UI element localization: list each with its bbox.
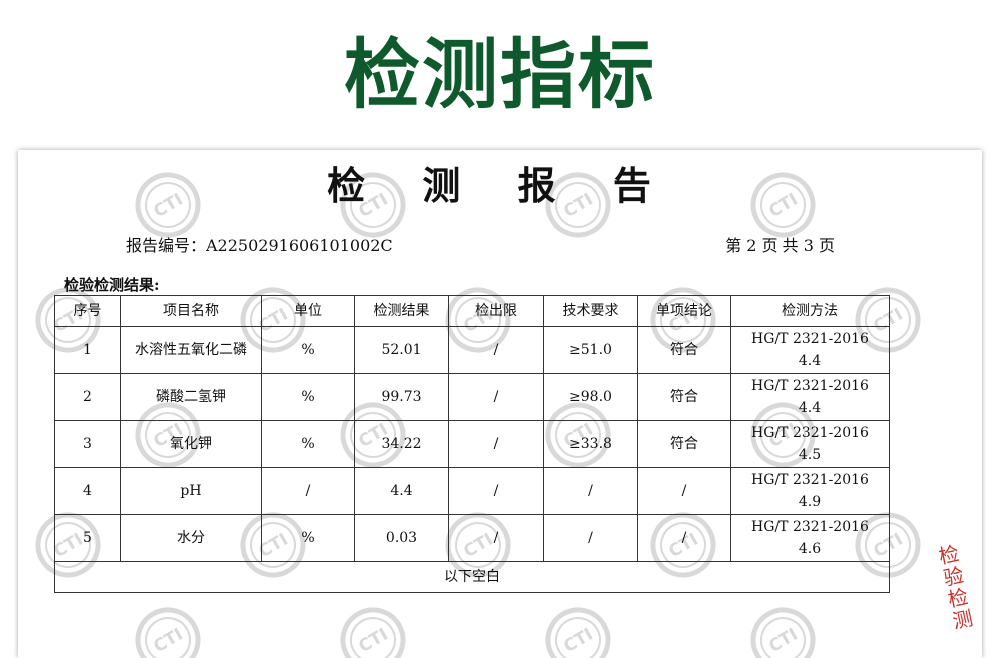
method-line: HG/T 2321-2016	[751, 425, 869, 441]
cell-unit: %	[261, 420, 355, 468]
cell-unit: /	[261, 467, 355, 515]
page-indicator: 第 2 页 共 3 页	[725, 236, 835, 255]
column-header: 单位	[261, 295, 355, 327]
cell-method: HG/T 2321-2016 4.4	[730, 373, 890, 421]
column-header: 序号	[54, 295, 121, 327]
report-number: 报告编号：A2250291606101002C	[126, 236, 393, 255]
table-row: 5 水分 % 0.03 / / / HG/T 2321-2016 4.6	[54, 514, 890, 562]
table-row: 3 氧化钾 % 34.22 / ≥33.8 符合 HG/T 2321-2016 4…	[54, 420, 890, 468]
column-header: 项目名称	[120, 295, 262, 327]
column-header: 检出限	[448, 295, 544, 327]
cell-method: HG/T 2321-2016 4.6	[730, 514, 890, 562]
method-line: HG/T 2321-2016	[751, 519, 869, 535]
column-header: 单项结论	[637, 295, 731, 327]
cell-requirement: ≥51.0	[543, 326, 638, 374]
method-line: 4.4	[798, 400, 822, 416]
cti-watermark-icon: CTI	[750, 607, 816, 658]
results-section-label: 检验检测结果:	[64, 276, 160, 294]
cell-result: 4.4	[354, 467, 449, 515]
cell-no: 3	[54, 420, 121, 468]
cell-requirement: ≥98.0	[543, 373, 638, 421]
table-header-row: 序号 项目名称 单位 检测结果 检出限 技术要求 单项结论 检测方法	[54, 295, 890, 327]
report-sheet: CTI CTI CTI CTI CTI CTI CTI CTI CTI CTI CTI CTI CTI C…	[18, 150, 982, 658]
cell-method: HG/T 2321-2016 4.5	[730, 420, 890, 468]
cell-result: 34.22	[354, 420, 449, 468]
method-line: 4.9	[798, 494, 822, 510]
cell-requirement: ≥33.8	[543, 420, 638, 468]
cell-limit: /	[448, 467, 544, 515]
cti-watermark-icon: CTI	[340, 607, 406, 658]
watermark-text: CTI	[150, 625, 186, 658]
cell-unit: %	[261, 326, 355, 374]
watermark-text: CTI	[355, 625, 391, 658]
table-row: 1 水溶性五氧化二磷 % 52.01 / ≥51.0 符合 HG/T 2321-…	[54, 326, 890, 374]
method-line: HG/T 2321-2016	[751, 331, 869, 347]
table-footer-row: 以下空白	[54, 561, 890, 593]
cell-item: 氧化钾	[120, 420, 262, 468]
cell-unit: %	[261, 514, 355, 562]
cell-method: HG/T 2321-2016 4.9	[730, 467, 890, 515]
cell-result: 0.03	[354, 514, 449, 562]
cell-item: 水溶性五氧化二磷	[120, 326, 262, 374]
method-line: HG/T 2321-2016	[751, 472, 869, 488]
method-line: HG/T 2321-2016	[751, 378, 869, 394]
watermark-text: CTI	[765, 625, 801, 658]
cell-conclusion: 符合	[637, 326, 731, 374]
cell-item: pH	[120, 467, 262, 515]
cell-conclusion: /	[637, 467, 731, 515]
cell-requirement: /	[543, 467, 638, 515]
cell-limit: /	[448, 373, 544, 421]
cell-conclusion: 符合	[637, 373, 731, 421]
table-row: 4 pH / 4.4 / / / HG/T 2321-2016 4.9	[54, 467, 890, 515]
method-line: 4.4	[798, 353, 822, 369]
cell-no: 4	[54, 467, 121, 515]
cell-item: 水分	[120, 514, 262, 562]
cell-no: 1	[54, 326, 121, 374]
report-title: 检 测 报 告	[327, 163, 673, 208]
cell-no: 2	[54, 373, 121, 421]
banner-title: 检测指标	[344, 30, 656, 119]
cell-no: 5	[54, 514, 121, 562]
cell-method: HG/T 2321-2016 4.4	[730, 326, 890, 374]
cell-conclusion: 符合	[637, 420, 731, 468]
cell-result: 52.01	[354, 326, 449, 374]
cti-watermark-icon: CTI	[135, 607, 201, 658]
cell-result: 99.73	[354, 373, 449, 421]
cti-watermark-icon: CTI	[545, 607, 611, 658]
column-header: 检测结果	[354, 295, 449, 327]
cell-limit: /	[448, 514, 544, 562]
column-header: 检测方法	[730, 295, 890, 327]
cell-conclusion: /	[637, 514, 731, 562]
cell-item: 磷酸二氢钾	[120, 373, 262, 421]
column-header: 技术要求	[543, 295, 638, 327]
cell-unit: %	[261, 373, 355, 421]
watermark-text: CTI	[560, 625, 596, 658]
cell-limit: /	[448, 420, 544, 468]
table-footer-note: 以下空白	[54, 561, 890, 593]
method-line: 4.6	[798, 541, 822, 557]
cell-requirement: /	[543, 514, 638, 562]
method-line: 4.5	[798, 447, 822, 463]
results-table: 序号 项目名称 单位 检测结果 检出限 技术要求 单项结论 检测方法 1 水溶性…	[54, 295, 890, 593]
cell-limit: /	[448, 326, 544, 374]
table-row: 2 磷酸二氢钾 % 99.73 / ≥98.0 符合 HG/T 2321-201…	[54, 373, 890, 421]
